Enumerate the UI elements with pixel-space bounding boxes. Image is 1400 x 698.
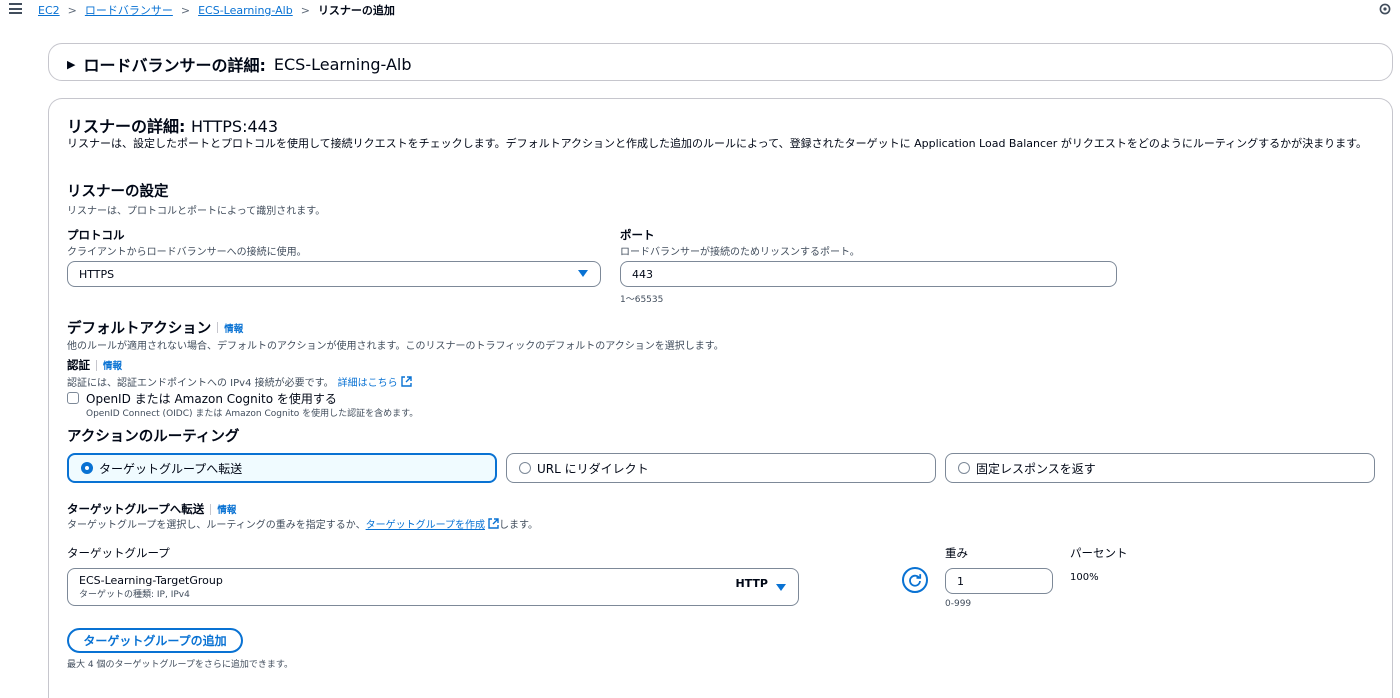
port-label: ポート (620, 228, 655, 242)
auth-info-link[interactable]: 情報 (103, 358, 122, 372)
port-hint: 1〜65535 (620, 295, 664, 305)
chevron-right-icon: > (300, 3, 310, 17)
breadcrumb: EC2 > ロードバランサー > ECS-Learning-Alb > リスナー… (38, 2, 395, 18)
add-target-group-button[interactable]: ターゲットグループの追加 (67, 628, 243, 653)
weight-input-value: 1 (957, 574, 964, 588)
forward-description-prefix: ターゲットグループを選択し、ルーティングの重みを指定するか、 (67, 520, 366, 531)
auth-description: 認証には、認証エンドポイントへの IPv4 接続が必要です。 (67, 378, 334, 389)
caret-down-icon (776, 584, 786, 591)
routing-option-forward-label: ターゲットグループへ転送 (99, 461, 243, 476)
default-action-description: 他のルールが適用されない場合、デフォルトのアクションが使用されます。このリスナー… (67, 341, 724, 352)
target-group-type: ターゲットの種類: IP, IPv4 (79, 590, 190, 600)
oidc-checkbox-label[interactable]: OpenID または Amazon Cognito を使用する (86, 390, 337, 407)
target-group-label: ターゲットグループ (67, 546, 170, 560)
breadcrumb-load-balancers[interactable]: ロードバランサー (85, 2, 173, 18)
config-description: リスナーは、プロトコルとポートによって識別されます。 (67, 206, 326, 217)
protocol-description: クライアントからロードバランサーへの接続に使用。 (67, 247, 307, 258)
chevron-right-icon: > (67, 3, 77, 17)
radio-button[interactable] (81, 462, 93, 474)
external-link-icon (488, 518, 499, 529)
breadcrumb-current: リスナーの追加 (317, 4, 395, 17)
create-target-group-link[interactable]: ターゲットグループを作成 (366, 516, 485, 531)
chevron-right-icon: > (180, 3, 191, 17)
listener-title: リスナーの詳細: HTTPS:443 (67, 113, 278, 137)
forward-title: ターゲットグループへ転送 (67, 502, 205, 516)
forward-info-link[interactable]: 情報 (217, 502, 236, 516)
refresh-icon (909, 574, 922, 587)
target-group-name: ECS-Learning-TargetGroup (79, 574, 223, 587)
refresh-button[interactable] (902, 567, 928, 593)
radio-button[interactable] (958, 462, 970, 474)
radio-button[interactable] (519, 462, 531, 474)
divider (217, 322, 219, 333)
default-action-title: デフォルトアクション (67, 321, 212, 337)
caret-down-icon (578, 270, 588, 277)
weight-input[interactable]: 1 (945, 568, 1053, 594)
listener-title-label: リスナーの詳細: (67, 117, 186, 136)
caret-right-icon: ▶ (67, 57, 76, 71)
port-input-value: 443 (632, 267, 653, 281)
routing-title: アクションのルーティング (67, 429, 240, 445)
oidc-checkbox[interactable] (67, 392, 79, 404)
default-action-header: デフォルトアクション 情報 (67, 317, 243, 338)
listener-details-panel: リスナーの詳細: HTTPS:443 リスナーは、設定したポートとプロトコルを使… (48, 98, 1393, 698)
forward-description-suffix: します。 (499, 520, 539, 531)
breadcrumb-alb[interactable]: ECS-Learning-Alb (198, 4, 293, 17)
protocol-select-value: HTTPS (79, 267, 115, 281)
lb-details-panel[interactable]: ▶ ロードバランサーの詳細: ECS-Learning-Alb (48, 43, 1393, 81)
forward-description-row: ターゲットグループを選択し、ルーティングの重みを指定するか、 ターゲットグループ… (67, 516, 538, 531)
lb-details-title: ロードバランサーの詳細: (83, 56, 266, 75)
top-bar: EC2 > ロードバランサー > ECS-Learning-Alb > リスナー… (0, 0, 1400, 20)
oidc-checkbox-description: OpenID Connect (OIDC) または Amazon Cognito… (86, 409, 419, 419)
breadcrumb-ec2[interactable]: EC2 (38, 4, 60, 17)
routing-option-redirect[interactable]: URL にリダイレクト (506, 453, 936, 483)
divider (96, 359, 97, 371)
protocol-select[interactable]: HTTPS (67, 261, 601, 287)
external-link-icon (400, 376, 412, 387)
routing-option-fixed-response-label: 固定レスポンスを返す (976, 461, 1096, 476)
weight-label: 重み (945, 546, 968, 560)
gear-icon[interactable] (1378, 2, 1392, 16)
target-group-select[interactable]: ECS-Learning-TargetGroup ターゲットの種類: IP, I… (67, 568, 799, 606)
port-description: ロードバランサーが接続のためリッスンするポート。 (620, 247, 860, 258)
auth-header: 認証 情報 (67, 357, 122, 373)
percent-label: パーセント (1070, 546, 1128, 560)
default-action-info-link[interactable]: 情報 (224, 321, 243, 335)
weight-hint: 0-999 (945, 599, 972, 609)
add-target-group-hint: 最大 4 個のターゲットグループをさらに追加できます。 (67, 660, 294, 670)
target-group-protocol: HTTP (735, 577, 768, 590)
lb-details-name: ECS-Learning-Alb (273, 54, 412, 74)
lb-details-header[interactable]: ▶ ロードバランサーの詳細: ECS-Learning-Alb (67, 52, 412, 76)
listener-description: リスナーは、設定したポートとプロトコルを使用して接続リクエストをチェックします。… (67, 137, 1368, 150)
config-title: リスナーの設定 (67, 184, 169, 200)
routing-option-redirect-label: URL にリダイレクト (537, 461, 649, 476)
listener-title-value: HTTPS:443 (190, 117, 279, 136)
port-input[interactable]: 443 (620, 261, 1117, 287)
percent-value: 100% (1070, 572, 1099, 583)
divider (210, 503, 212, 515)
routing-option-forward[interactable]: ターゲットグループへ転送 (67, 453, 497, 483)
auth-learn-more-link[interactable]: 詳細はこちら (338, 374, 398, 389)
menu-icon[interactable] (9, 3, 22, 14)
auth-description-row: 認証には、認証エンドポイントへの IPv4 接続が必要です。 詳細はこちら (67, 374, 412, 389)
protocol-label: プロトコル (67, 228, 125, 242)
forward-header: ターゲットグループへ転送 情報 (67, 501, 236, 517)
auth-title: 認証 (67, 358, 90, 372)
routing-option-fixed-response[interactable]: 固定レスポンスを返す (945, 453, 1375, 483)
